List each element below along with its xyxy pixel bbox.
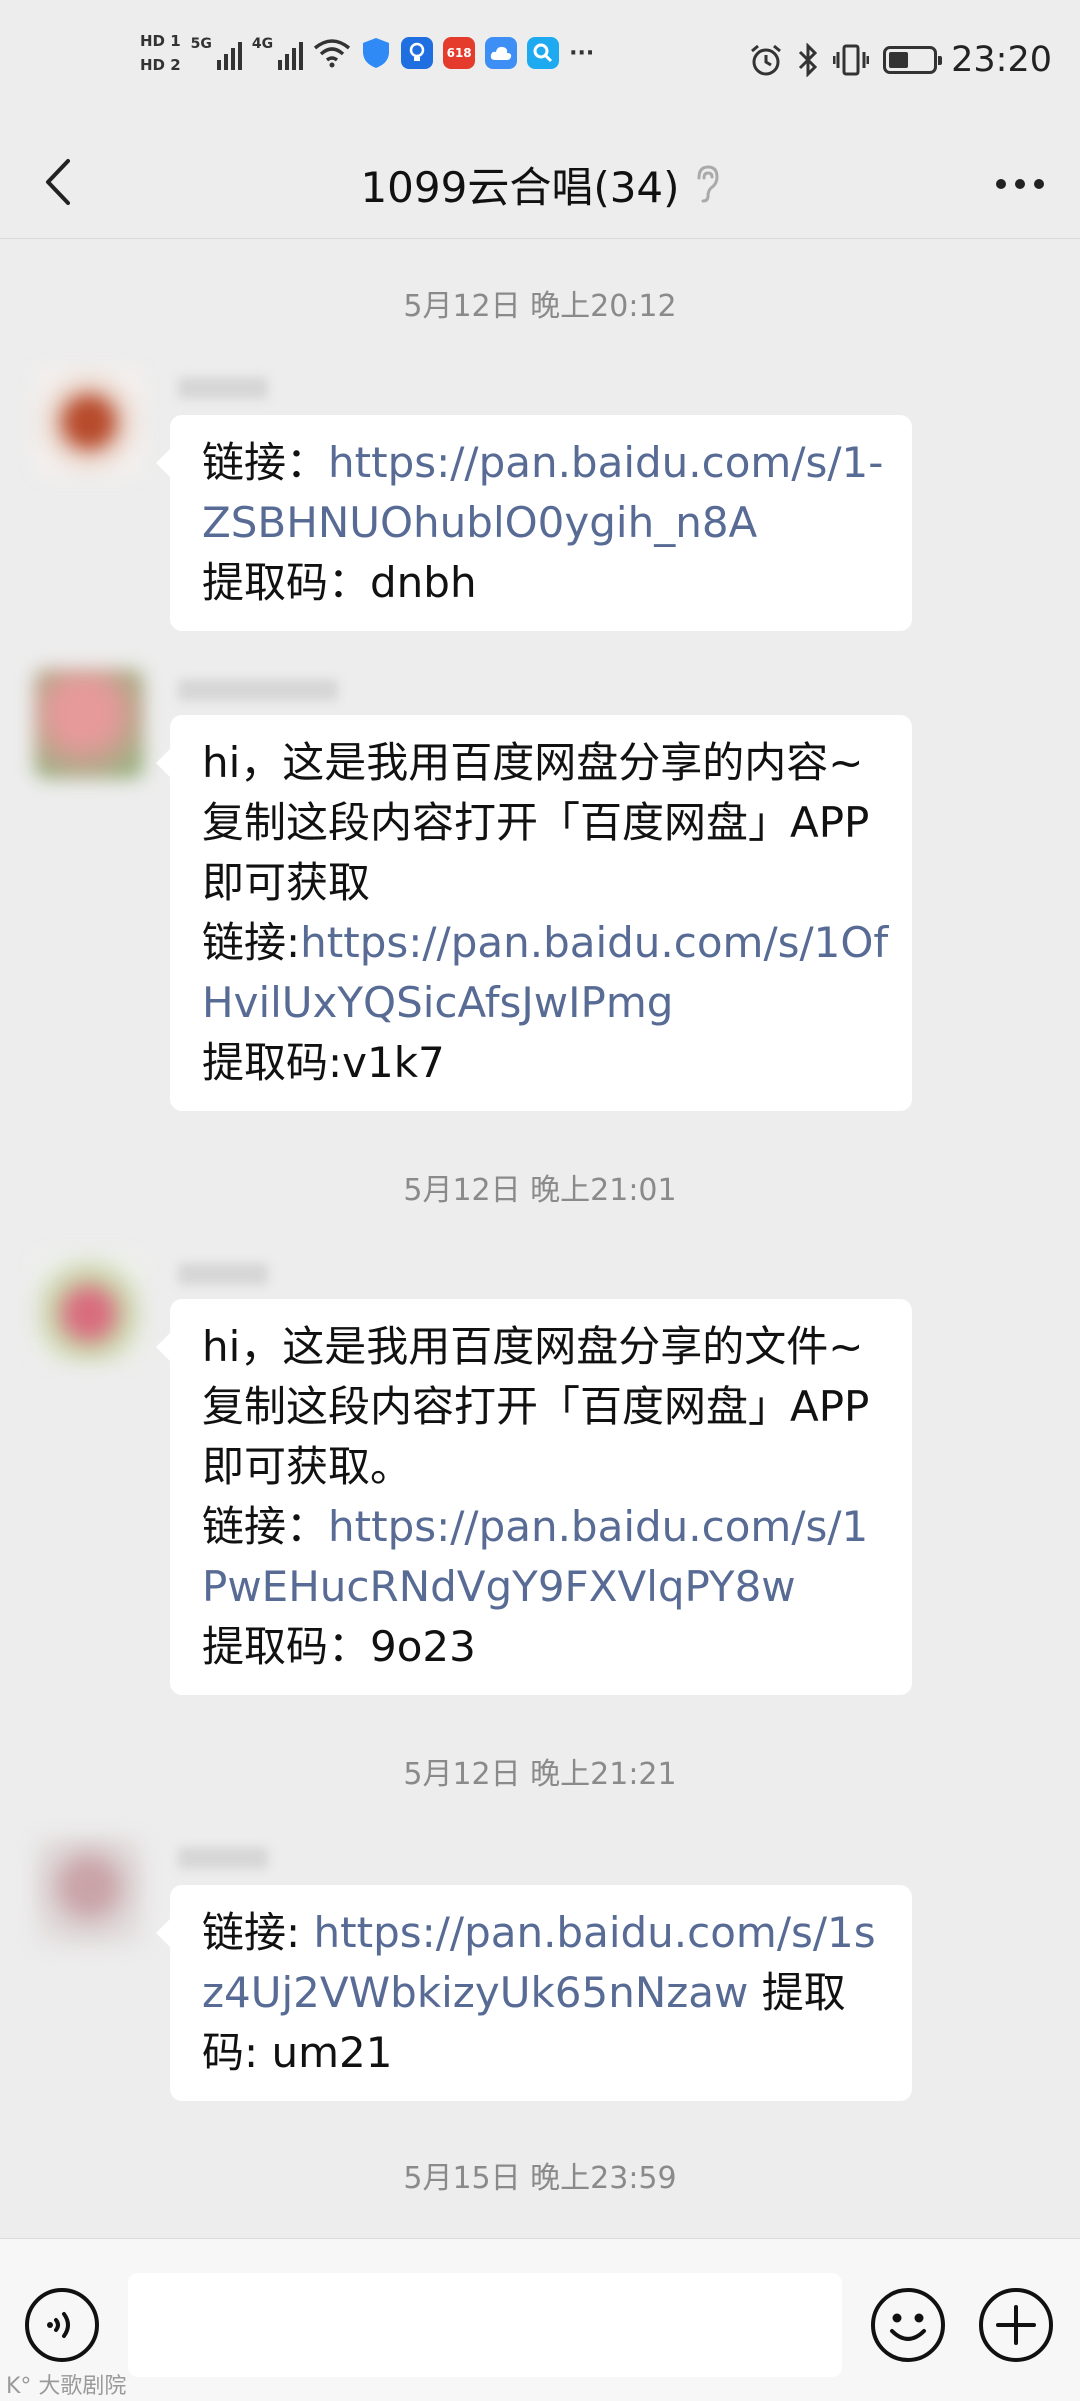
sim-1-badge: HD 1 [140,32,181,50]
more-notifications-icon: ··· [569,40,595,66]
chat-title: 1099云合唱(34) [360,162,680,212]
voice-icon [25,2288,99,2362]
message-list[interactable]: 5月12日 晚上20:12 链接：https://pan.baidu.com/s… [0,239,1080,2238]
message-line: hi，这是我用百度网盘分享的内容~复制这段内容打开「百度网盘」APP 即可获取 [202,738,870,907]
avatar[interactable] [34,1837,144,1947]
ear-icon [697,165,719,203]
message-timestamp: 5月12日 晚上20:12 [403,289,677,324]
sim-2-badge: HD 2 [140,56,181,74]
signal-5g-icon: 5G [191,36,242,70]
shield-icon [363,38,390,68]
sender-name [178,1847,268,1869]
message-line: 提取码：dnbh [202,558,477,607]
add-more-button[interactable] [976,2285,1056,2365]
input-bar [0,2238,1080,2401]
voice-input-button[interactable] [22,2285,102,2365]
emoji-icon [871,2288,945,2362]
avatar[interactable] [34,669,144,779]
wifi-icon [314,39,351,68]
more-options-button[interactable] [990,154,1050,214]
message-line: 链接: https://pan.baidu.com/s/1sz4Uj2VWbki… [202,1908,876,2077]
vibrate-icon [833,44,870,76]
status-right: 23:20 [749,40,1052,80]
chat-header: 1099云合唱(34) [0,130,1080,239]
share-link[interactable]: https://pan.baidu.com/s/1OfHvilUxYQSicAf… [202,918,888,1027]
avatar[interactable] [34,367,144,477]
emoji-button[interactable] [868,2285,948,2365]
bulb-app-icon [401,37,434,69]
message-bubble[interactable]: hi，这是我用百度网盘分享的内容~复制这段内容打开「百度网盘」APP 即可获取 … [156,715,912,1111]
message-line: 提取码:v1k7 [202,1038,445,1087]
avatar[interactable] [34,1253,144,1363]
message-timestamp: 5月12日 晚上21:21 [403,1757,677,1792]
cloud-app-icon [485,37,518,69]
status-left: HD 1 HD 2 5G 4G 618 ··· [140,32,594,74]
sim-indicators: HD 1 HD 2 [140,32,181,74]
message-bubble[interactable]: 链接: https://pan.baidu.com/s/1sz4Uj2VWbki… [156,1885,912,2101]
status-bar: HD 1 HD 2 5G 4G 618 ··· 23:20 [0,0,1080,130]
message-bubble[interactable]: 链接：https://pan.baidu.com/s/1-ZSBHNUOhubl… [156,415,912,631]
message-line: 链接：https://pan.baidu.com/s/1-ZSBHNUOhubl… [202,438,884,547]
plus-icon [979,2288,1053,2362]
search-app-icon [527,37,560,69]
bluetooth-icon [799,43,818,77]
signal-4g-icon: 4G [252,36,304,70]
watermark: K° 大歌剧院 [6,2374,127,2399]
message-line: 链接:https://pan.baidu.com/s/1OfHvilUxYQSi… [202,918,889,1027]
battery-icon [883,46,943,74]
sender-name [178,679,338,701]
message-bubble[interactable]: hi，这是我用百度网盘分享的文件~复制这段内容打开「百度网盘」APP 即可获取。… [156,1299,912,1695]
clock-time: 23:20 [951,40,1052,80]
message-line: hi，这是我用百度网盘分享的文件~复制这段内容打开「百度网盘」APP 即可获取。 [202,1322,870,1491]
message-line: 提取码：9o23 [202,1622,476,1671]
message-line: 链接：https://pan.baidu.com/s/1PwEHucRNdVgY… [202,1502,869,1611]
message-timestamp: 5月15日 晚上23:59 [403,2161,677,2196]
alarm-icon [751,44,782,76]
618-app-icon: 618 [443,37,476,69]
message-timestamp: 5月12日 晚上21:01 [403,1173,677,1208]
more-dots-icon [996,179,1044,189]
message-input[interactable] [128,2273,842,2377]
chat-title-wrap: 1099云合唱(34) [0,130,1080,238]
sender-name [178,377,268,399]
sender-name [178,1263,268,1285]
